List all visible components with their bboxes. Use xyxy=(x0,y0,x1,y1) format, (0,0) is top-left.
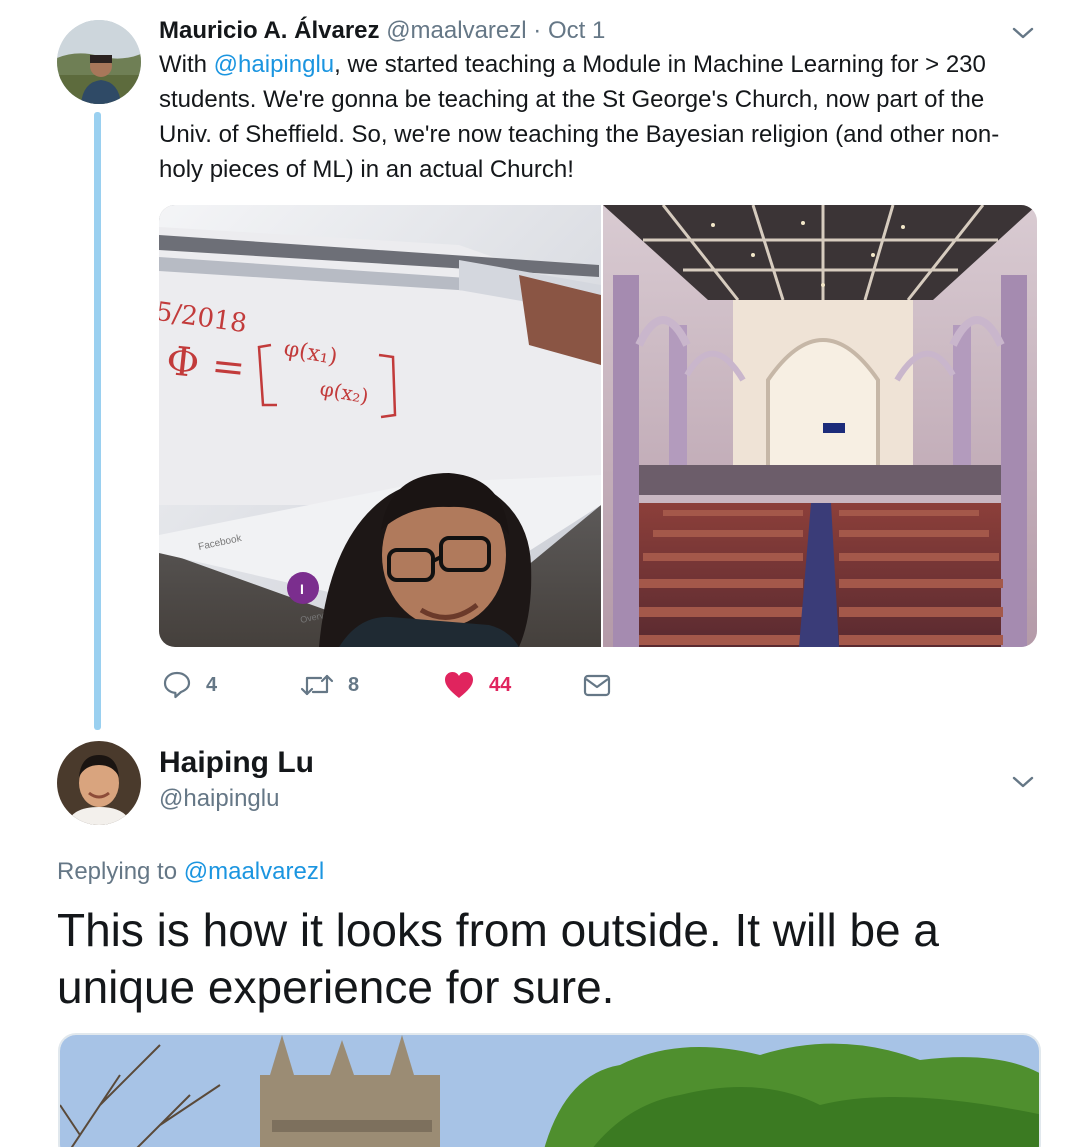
retweet-count: 8 xyxy=(348,673,360,696)
replying-to-link[interactable]: @maalvarezl xyxy=(184,858,324,885)
reply-button[interactable]: 4 xyxy=(162,668,217,702)
thread-connector-line xyxy=(94,112,101,730)
reply-tweet-text: This is how it looks from outside. It wi… xyxy=(57,904,939,1013)
reply-icon xyxy=(163,671,191,699)
author-name[interactable]: Mauricio A. Álvarez xyxy=(159,17,380,44)
like-button[interactable]: 44 xyxy=(443,668,511,702)
retweet-icon xyxy=(300,674,334,696)
whiteboard-button-label: I xyxy=(300,581,304,597)
photo-whiteboard-selfie[interactable]: 5/2018 Φ = φ(x₁) φ(x₂) Facebook I Overvi… xyxy=(159,205,601,647)
avatar-photo xyxy=(57,20,141,104)
like-count: 44 xyxy=(489,673,512,696)
author-handle[interactable]: @maalvarezl xyxy=(386,17,526,44)
tweet-text-prefix: With xyxy=(159,51,214,78)
tweet-timestamp[interactable]: Oct 1 xyxy=(548,17,605,44)
retweet-button[interactable]: 8 xyxy=(300,668,359,702)
whiteboard-formula-lhs: Φ = xyxy=(164,338,247,392)
reply-count: 4 xyxy=(206,673,218,696)
tweet-text: With @haipinglu, we started teaching a M… xyxy=(159,47,1039,187)
envelope-icon xyxy=(583,674,611,697)
avatar[interactable] xyxy=(57,741,141,825)
chevron-down-icon[interactable] xyxy=(1010,24,1036,42)
avatar[interactable] xyxy=(57,20,141,104)
tweet-header: Mauricio A. Álvarez @maalvarezl · Oct 1 xyxy=(159,16,605,46)
replying-prefix: Replying to xyxy=(57,858,184,885)
reply-author-handle[interactable]: @haipinglu xyxy=(159,784,279,814)
mention-link[interactable]: @haipinglu xyxy=(214,51,334,78)
tweet-media: 5/2018 Φ = φ(x₁) φ(x₂) Facebook I Overvi… xyxy=(159,205,1037,647)
chevron-down-icon[interactable] xyxy=(1010,773,1036,791)
direct-message-button[interactable] xyxy=(582,668,612,702)
replying-to-line: Replying to @maalvarezl xyxy=(57,857,324,887)
reply-author-name[interactable]: Haiping Lu xyxy=(159,745,314,781)
heart-icon xyxy=(445,672,473,698)
avatar-photo xyxy=(57,741,141,825)
header-separator: · xyxy=(533,17,542,44)
photo-church-interior[interactable] xyxy=(603,205,1037,647)
photo-church-exterior[interactable] xyxy=(58,1033,1041,1147)
